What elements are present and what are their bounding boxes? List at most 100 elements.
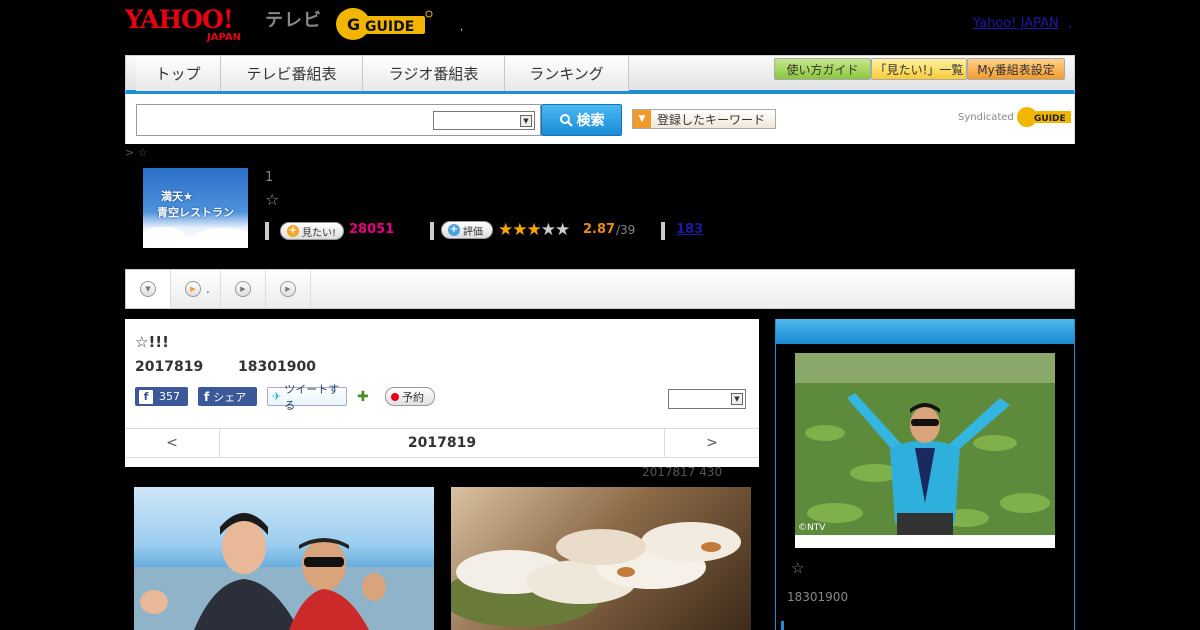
date-current: 2017819 (407, 435, 477, 451)
svg-text:GUIDE: GUIDE (365, 19, 414, 35)
beach-hosts-image (134, 513, 434, 630)
registered-keyword-button[interactable]: ▼ 登録したキーワード (632, 109, 776, 129)
twitter-bird-icon: ✈ (272, 390, 282, 403)
chevron-down-icon: ▼ (140, 281, 156, 297)
mitai-label: 見たい! (302, 227, 337, 239)
rating-count: /39 (616, 223, 636, 237)
main-nav: トップ テレビ番組表 ラジオ番組表 ランキング 使い方ガイド 「見たい!」一覧 … (125, 55, 1075, 94)
mitai-list-button[interactable]: 「見たい!」一覧 (871, 58, 967, 80)
rating-star-icon: ★ (512, 220, 527, 240)
sidebar-accent-bar (781, 621, 784, 630)
sidebar-header (776, 319, 1074, 344)
facebook-icon: f (204, 389, 210, 404)
sidebar-photo[interactable]: ©NTV (795, 353, 1055, 548)
date-prev-button[interactable]: < (125, 429, 220, 457)
tab-episodes[interactable]: ▶ . (171, 270, 221, 308)
tab-program-info[interactable]: ▼ (126, 270, 171, 308)
rating-star-icon: ★ (555, 220, 570, 240)
episode-photo-sushi[interactable] (451, 487, 751, 630)
rate-label: 評価 (463, 226, 483, 238)
date-navigation: < 2017819 > (125, 428, 759, 458)
facebook-share-button[interactable]: f シェア (198, 387, 257, 406)
tab-cast[interactable]: ▶ (221, 270, 266, 308)
date-next-button[interactable]: > (664, 429, 759, 457)
rating-star-icon: ★ (526, 220, 542, 240)
like-count: 357 (159, 390, 180, 403)
sushi-image (451, 522, 741, 627)
syndicated-label: Syndicated (958, 111, 1014, 123)
rating-star-icon: ★ (540, 220, 556, 240)
review-count-link[interactable]: 183 (676, 222, 703, 237)
rating-stars: ★★★★★ (498, 220, 570, 240)
dropdown-arrow-icon: ▼ (633, 110, 651, 128)
program-thumbnail[interactable]: 満天★ 青空レストラン (143, 168, 248, 248)
svg-text:G: G (347, 15, 360, 34)
program-star: ☆ (265, 190, 280, 209)
episode-photo-beach[interactable] (134, 487, 434, 630)
nav-tab-radio-schedule[interactable]: ラジオ番組表 (363, 56, 505, 91)
share-label: シェア (213, 390, 247, 404)
svg-text:GUIDE: GUIDE (1034, 114, 1066, 124)
chevron-down-icon: ▼ (731, 393, 743, 405)
syndicated-gguide-badge: Syndicated GUIDE (958, 106, 1074, 128)
yahoo-japan-logo[interactable]: YAHOO! JAPAN (125, 4, 263, 42)
tweet-label: ツイートする (284, 382, 340, 412)
my-schedule-settings-button[interactable]: My番組表設定 (967, 58, 1065, 80)
yahoo-japan-link[interactable]: Yahoo! JAPAN (973, 16, 1059, 31)
facebook-like-button[interactable]: f 357 (135, 387, 188, 406)
episode-panel: ☆!!! 2017819 18301900 f 357 f シェア ✈ ツイート… (125, 319, 759, 467)
program-number: 1 (265, 170, 274, 185)
episode-select[interactable]: ▼ (668, 389, 746, 409)
rating-star-icon: ★ (498, 220, 513, 240)
bookmark-add-icon[interactable]: ✚ (357, 387, 375, 406)
header-separator: , (460, 22, 464, 33)
header-separator-2: , (1068, 16, 1072, 30)
record-dot-icon (391, 392, 399, 401)
gguide-logo[interactable]: GUIDE G (335, 6, 435, 42)
tv-label: テレビ (265, 10, 322, 31)
facebook-icon: f (139, 389, 153, 404)
chevron-down-icon: ▼ (520, 115, 532, 127)
stat-divider (430, 222, 434, 240)
photo-credit: ©NTV (798, 523, 826, 533)
search-icon (559, 114, 573, 127)
keyword-button-label: 登録したキーワード (657, 112, 766, 127)
play-icon: ▶ (185, 281, 201, 297)
field-person-image (795, 353, 1055, 548)
nav-tab-top[interactable]: トップ (136, 56, 221, 91)
episode-title: ☆!!! (135, 333, 169, 351)
play-icon: ▶ (280, 281, 296, 297)
search-button-label: 検索 (576, 113, 605, 129)
search-area: ▼ 検索 ▼ 登録したキーワード Syndicated GUIDE (125, 94, 1075, 144)
nav-tab-ranking[interactable]: ランキング (505, 56, 629, 91)
breadcrumb[interactable]: > ☆ (125, 146, 148, 159)
stat-divider (265, 222, 269, 240)
sidebar-panel: ©NTV ☆ 18301900 (775, 319, 1075, 630)
episode-date: 2017819 (135, 359, 204, 375)
svg-text:JAPAN: JAPAN (206, 32, 241, 42)
sidebar-star: ☆ (791, 559, 805, 577)
search-category-select[interactable]: ▼ (433, 111, 535, 130)
sidebar-time: 18301900 (787, 590, 849, 604)
program-tab-bar: ▼ ▶ . ▶ ▶ (125, 269, 1075, 309)
play-icon: ▶ (235, 281, 251, 297)
plus-icon: + (287, 225, 299, 237)
episode-time: 18301900 (238, 359, 316, 375)
rate-button[interactable]: + 評価 (441, 221, 493, 239)
mitai-count: 28051 (349, 222, 395, 237)
reserve-label: 予約 (402, 390, 424, 404)
stat-divider (661, 222, 665, 240)
gguide-small-logo: GUIDE (1016, 107, 1071, 127)
guide-button[interactable]: 使い方ガイド (774, 58, 871, 80)
reserve-button[interactable]: 予約 (385, 387, 435, 406)
svg-text:YAHOO!: YAHOO! (125, 5, 233, 34)
tab-episodes-label: . (206, 282, 210, 296)
nav-tab-tv-schedule[interactable]: テレビ番組表 (221, 56, 363, 91)
mitai-button[interactable]: + 見たい! (280, 222, 344, 240)
search-button[interactable]: 検索 (541, 104, 622, 136)
tweet-button[interactable]: ✈ ツイートする (267, 383, 347, 412)
tab-reviews[interactable]: ▶ (266, 270, 311, 308)
program-logo-line1: 満天★ (161, 190, 193, 203)
update-info: 2017817 430 (642, 465, 723, 479)
program-logo-line2: 青空レストラン (157, 206, 234, 219)
